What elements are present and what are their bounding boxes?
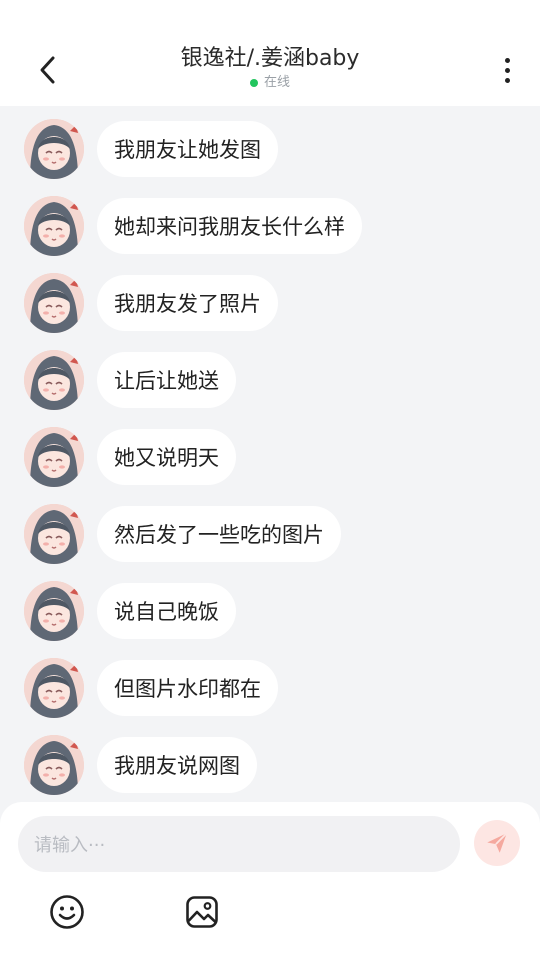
- avatar[interactable]: [24, 273, 84, 333]
- message-input-placeholder: 请输入···: [34, 835, 106, 856]
- message-row: 她却来问我朋友长什么样: [24, 196, 362, 256]
- chat-header: 银逸社/.姜涵baby 在线: [0, 0, 540, 106]
- message-bubble[interactable]: 她又说明天: [97, 429, 236, 485]
- avatar[interactable]: [24, 350, 84, 410]
- image-icon: [186, 896, 218, 928]
- avatar[interactable]: [24, 658, 84, 718]
- avatar-illustration: [24, 427, 84, 487]
- message-row: 然后发了一些吃的图片: [24, 504, 341, 564]
- message-bubble[interactable]: 她却来问我朋友长什么样: [97, 198, 362, 254]
- more-options-button[interactable]: [490, 52, 524, 88]
- avatar[interactable]: [24, 196, 84, 256]
- message-row: 说自己晚饭: [24, 581, 236, 641]
- online-status: 在线: [120, 74, 420, 92]
- message-row: 我朋友让她发图: [24, 119, 278, 179]
- online-status-label: 在线: [263, 75, 290, 90]
- back-arrow-icon: [40, 56, 55, 84]
- online-dot-icon: [249, 79, 258, 87]
- more-vertical-icon: [504, 57, 510, 63]
- message-input[interactable]: 请输入···: [18, 816, 460, 872]
- avatar-illustration: [24, 581, 84, 641]
- avatar[interactable]: [24, 427, 84, 487]
- avatar[interactable]: [24, 119, 84, 179]
- chat-title: 银逸社/.姜涵baby: [180, 46, 360, 71]
- message-row: 她又说明天: [24, 427, 236, 487]
- message-bubble[interactable]: 让后让她送: [97, 352, 236, 408]
- emoji-icon: [50, 895, 84, 929]
- chat-title-area: 银逸社/.姜涵baby 在线: [120, 44, 420, 92]
- message-row: 但图片水印都在: [24, 658, 278, 718]
- avatar-illustration: [24, 273, 84, 333]
- avatar-illustration: [24, 658, 84, 718]
- send-icon: [487, 832, 508, 853]
- message-bubble[interactable]: 但图片水印都在: [97, 660, 278, 716]
- avatar-illustration: [24, 504, 84, 564]
- message-composer: 请输入···: [0, 802, 540, 960]
- back-button[interactable]: [30, 50, 66, 90]
- message-row: 我朋友发了照片: [24, 273, 278, 333]
- message-row: 让后让她送: [24, 350, 236, 410]
- message-bubble[interactable]: 然后发了一些吃的图片: [97, 506, 341, 562]
- avatar-illustration: [24, 119, 84, 179]
- send-button[interactable]: [474, 820, 520, 866]
- avatar[interactable]: [24, 581, 84, 641]
- emoji-button[interactable]: [47, 892, 87, 932]
- avatar[interactable]: [24, 735, 84, 795]
- message-bubble[interactable]: 我朋友说网图: [97, 737, 257, 793]
- avatar-illustration: [24, 735, 84, 795]
- message-bubble[interactable]: 说自己晚饭: [97, 583, 236, 639]
- message-list[interactable]: 我朋友让她发图 她却来问我朋友长什么样 我朋友发了照片 让后让她送 她又说明天 …: [0, 106, 540, 802]
- message-bubble[interactable]: 我朋友让她发图: [97, 121, 278, 177]
- avatar[interactable]: [24, 504, 84, 564]
- message-bubble[interactable]: 我朋友发了照片: [97, 275, 278, 331]
- avatar-illustration: [24, 196, 84, 256]
- message-row: 我朋友说网图: [24, 735, 257, 795]
- image-button[interactable]: [182, 892, 222, 932]
- avatar-illustration: [24, 350, 84, 410]
